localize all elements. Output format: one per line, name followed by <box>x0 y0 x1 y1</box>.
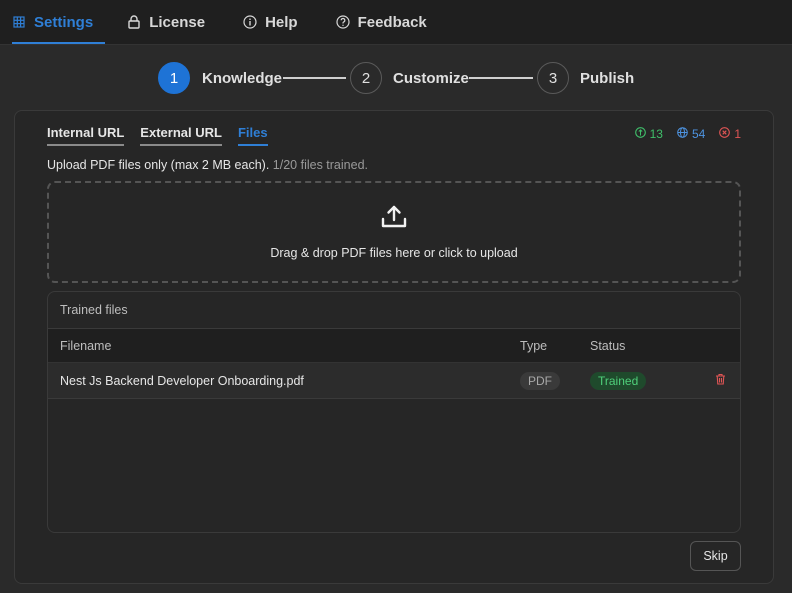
top-nav: Settings License Help Feedback <box>0 0 792 45</box>
step-3-circle[interactable]: 3 <box>537 62 569 94</box>
file-dropzone[interactable]: Drag & drop PDF files here or click to u… <box>47 181 741 283</box>
source-tabs: Internal URL External URL Files <box>47 125 268 146</box>
error-count: 1 <box>719 127 741 141</box>
nav-feedback-label: Feedback <box>357 13 427 31</box>
status-badge: Trained <box>590 371 647 390</box>
step-2-circle[interactable]: 2 <box>350 62 382 94</box>
delete-file-button[interactable] <box>700 373 740 388</box>
nav-settings[interactable]: Settings <box>0 0 106 44</box>
tab-files[interactable]: Files <box>237 125 268 146</box>
error-count-value: 1 <box>734 127 741 141</box>
tab-external-url[interactable]: External URL <box>140 125 222 146</box>
stepper: 1 Knowledge 2 Customize 3 Publish <box>0 62 792 96</box>
nav-help-label: Help <box>265 13 298 31</box>
nav-license-label: License <box>149 13 206 31</box>
skip-button[interactable]: Skip <box>690 541 741 571</box>
step-3-label: Publish <box>580 70 635 87</box>
trained-files-title: Trained files <box>48 292 740 329</box>
question-icon <box>335 15 350 29</box>
table-header: Filename Type Status <box>48 329 740 363</box>
column-type: Type <box>520 338 548 353</box>
trained-count-value: 13 <box>649 127 663 141</box>
dropzone-text: Drag & drop PDF files here or click to u… <box>270 245 518 260</box>
url-count: 54 <box>677 127 705 141</box>
nav-license[interactable]: License <box>115 0 217 44</box>
globe-icon <box>677 127 688 141</box>
step-2-label: Customize <box>393 70 469 87</box>
tab-internal-url[interactable]: Internal URL <box>47 125 125 146</box>
nav-feedback[interactable]: Feedback <box>324 0 439 44</box>
table-row: Nest Js Backend Developer Onboarding.pdf… <box>48 363 740 399</box>
step-connector <box>283 77 346 79</box>
nav-help[interactable]: Help <box>231 0 310 44</box>
file-name: Nest Js Backend Developer Onboarding.pdf <box>60 373 304 388</box>
step-1-label: Knowledge <box>202 70 283 87</box>
upload-progress-text: 1/20 files trained. <box>272 158 368 172</box>
column-status: Status <box>590 338 626 353</box>
trained-files-panel: Trained files Filename Type Status Nest … <box>47 291 741 533</box>
url-count-value: 54 <box>691 127 706 141</box>
file-type-badge: PDF <box>520 371 560 390</box>
step-1-circle[interactable]: 1 <box>158 62 190 94</box>
trash-icon <box>715 373 726 388</box>
upload-icon <box>381 205 407 234</box>
grid-icon <box>12 15 26 29</box>
step-connector <box>469 77 533 79</box>
trained-count: 13 <box>634 127 663 141</box>
upload-note-text: Upload PDF files only (max 2 MB each). <box>47 158 270 172</box>
leaf-icon <box>634 127 646 141</box>
lock-icon <box>127 15 141 29</box>
nav-settings-label: Settings <box>34 13 94 31</box>
source-counts: 13 54 1 <box>634 127 741 141</box>
knowledge-card: Internal URL External URL Files 13 54 1 … <box>14 110 774 584</box>
error-icon <box>719 127 731 141</box>
info-icon <box>243 15 257 29</box>
upload-note: Upload PDF files only (max 2 MB each). 1… <box>47 158 368 172</box>
column-filename: Filename <box>60 338 112 353</box>
